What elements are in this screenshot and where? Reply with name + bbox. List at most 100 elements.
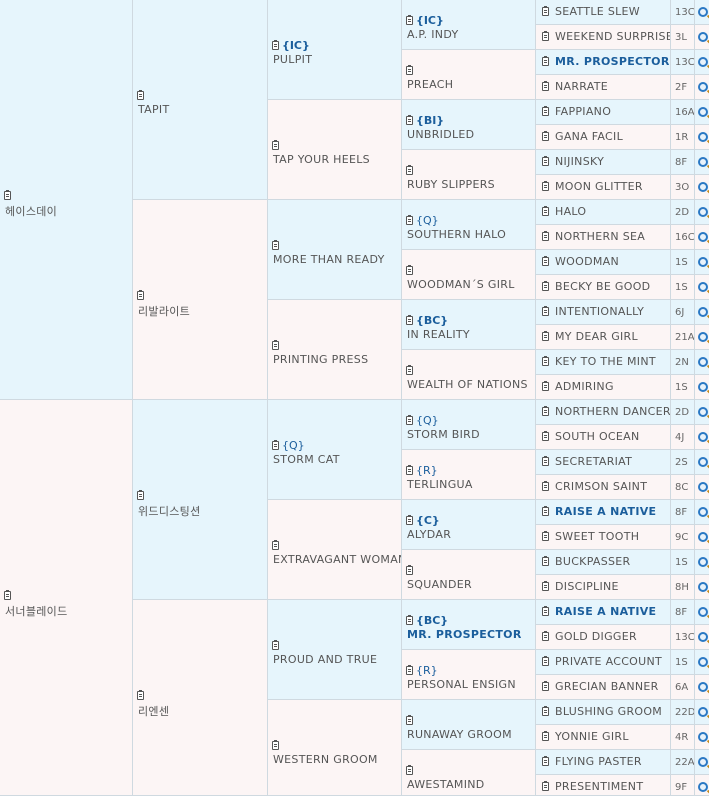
horse-name[interactable]: DISCIPLINE xyxy=(555,580,619,593)
search-button[interactable] xyxy=(695,150,709,175)
horse-name[interactable]: MR. PROSPECTOR xyxy=(407,628,522,641)
search-button[interactable] xyxy=(695,275,709,300)
pedigree-cell[interactable]: {IC} PULPIT xyxy=(268,0,402,100)
pedigree-cell[interactable]: AWESTAMIND xyxy=(402,750,536,796)
pedigree-cell[interactable]: FLYING PASTER xyxy=(536,750,671,775)
clipboard-icon[interactable] xyxy=(272,740,279,750)
clipboard-icon[interactable] xyxy=(542,281,549,291)
pedigree-cell[interactable]: FAPPIANO xyxy=(536,100,671,125)
search-button[interactable] xyxy=(695,475,709,500)
pedigree-cell[interactable]: MY DEAR GIRL xyxy=(536,325,671,350)
pedigree-cell[interactable]: {Q} STORM CAT xyxy=(268,400,402,500)
horse-name[interactable]: RUBY SLIPPERS xyxy=(407,178,495,191)
horse-name[interactable]: BLUSHING GROOM xyxy=(555,705,662,718)
horse-name[interactable]: CRIMSON SAINT xyxy=(555,480,647,493)
horse-name[interactable]: 리엔센 xyxy=(138,703,169,719)
pedigree-cell[interactable]: DISCIPLINE xyxy=(536,575,671,600)
pedigree-cell[interactable]: MR. PROSPECTOR xyxy=(536,50,671,75)
search-button[interactable] xyxy=(695,25,709,50)
clipboard-icon[interactable] xyxy=(542,756,549,766)
pedigree-cell[interactable]: NORTHERN DANCER xyxy=(536,400,671,425)
horse-name[interactable]: FAPPIANO xyxy=(555,105,611,118)
horse-name[interactable]: SQUANDER xyxy=(407,578,472,591)
search-button[interactable] xyxy=(695,75,709,100)
horse-name[interactable]: WOODMAN´S GIRL xyxy=(407,278,515,291)
clipboard-icon[interactable] xyxy=(542,406,549,416)
clipboard-icon[interactable] xyxy=(542,681,549,691)
pedigree-cell[interactable]: NARRATE xyxy=(536,75,671,100)
pedigree-cell[interactable]: ADMIRING xyxy=(536,375,671,400)
horse-name[interactable]: GRECIAN BANNER xyxy=(555,680,659,693)
pedigree-cell[interactable]: BUCKPASSER xyxy=(536,550,671,575)
clipboard-icon[interactable] xyxy=(272,140,279,150)
horse-name[interactable]: WESTERN GROOM xyxy=(273,753,378,766)
horse-name[interactable]: WOODMAN xyxy=(555,255,619,268)
pedigree-cell[interactable]: SOUTH OCEAN xyxy=(536,425,671,450)
clipboard-icon[interactable] xyxy=(542,181,549,191)
search-button[interactable] xyxy=(695,725,709,750)
horse-name[interactable]: MY DEAR GIRL xyxy=(555,330,638,343)
clipboard-icon[interactable] xyxy=(542,781,549,791)
horse-name[interactable]: BECKY BE GOOD xyxy=(555,280,650,293)
horse-name[interactable]: RAISE A NATIVE xyxy=(555,505,656,518)
pedigree-cell[interactable]: MORE THAN READY xyxy=(268,200,402,300)
horse-name[interactable]: TAP YOUR HEELS xyxy=(273,153,370,166)
horse-name[interactable]: PRIVATE ACCOUNT xyxy=(555,655,662,668)
pedigree-cell[interactable]: NORTHERN SEA xyxy=(536,225,671,250)
horse-name[interactable]: TAPIT xyxy=(138,103,170,116)
pedigree-cell[interactable]: GOLD DIGGER xyxy=(536,625,671,650)
pedigree-cell[interactable]: RUBY SLIPPERS xyxy=(402,150,536,200)
clipboard-icon[interactable] xyxy=(272,540,279,550)
pedigree-cell[interactable]: PRIVATE ACCOUNT xyxy=(536,650,671,675)
search-button[interactable] xyxy=(695,600,709,625)
horse-name[interactable]: RUNAWAY GROOM xyxy=(407,728,512,741)
clipboard-icon[interactable] xyxy=(137,490,144,500)
pedigree-cell[interactable]: {Q} SOUTHERN HALO xyxy=(402,200,536,250)
clipboard-icon[interactable] xyxy=(542,81,549,91)
horse-name[interactable]: STORM BIRD xyxy=(407,428,480,441)
search-button[interactable] xyxy=(695,350,709,375)
search-button[interactable] xyxy=(695,775,709,796)
horse-name[interactable]: TERLINGUA xyxy=(407,478,473,491)
horse-name[interactable]: 헤이스데이 xyxy=(5,203,57,219)
clipboard-icon[interactable] xyxy=(137,90,144,100)
search-button[interactable] xyxy=(695,425,709,450)
pedigree-cell[interactable]: RAISE A NATIVE xyxy=(536,600,671,625)
horse-name[interactable]: ADMIRING xyxy=(555,380,614,393)
pedigree-cell[interactable]: MOON GLITTER xyxy=(536,175,671,200)
horse-name[interactable]: PREACH xyxy=(407,78,453,91)
clipboard-icon[interactable] xyxy=(406,215,413,225)
clipboard-icon[interactable] xyxy=(542,581,549,591)
horse-name[interactable]: ALYDAR xyxy=(407,528,451,541)
clipboard-icon[interactable] xyxy=(137,290,144,300)
search-button[interactable] xyxy=(695,525,709,550)
clipboard-icon[interactable] xyxy=(406,165,413,175)
horse-name[interactable]: MOON GLITTER xyxy=(555,180,643,193)
horse-name[interactable]: INTENTIONALLY xyxy=(555,305,644,318)
horse-name[interactable]: SECRETARIAT xyxy=(555,455,632,468)
pedigree-cell[interactable]: {R} PERSONAL ENSIGN xyxy=(402,650,536,700)
search-button[interactable] xyxy=(695,675,709,700)
horse-name[interactable]: 리발라이트 xyxy=(138,303,190,319)
pedigree-cell[interactable]: KEY TO THE MINT xyxy=(536,350,671,375)
search-button[interactable] xyxy=(695,450,709,475)
clipboard-icon[interactable] xyxy=(406,715,413,725)
clipboard-icon[interactable] xyxy=(406,15,413,25)
pedigree-cell[interactable]: {BI} UNBRIDLED xyxy=(402,100,536,150)
pedigree-cell[interactable]: CRIMSON SAINT xyxy=(536,475,671,500)
clipboard-icon[interactable] xyxy=(542,31,549,41)
horse-name[interactable]: NIJINSKY xyxy=(555,155,604,168)
clipboard-icon[interactable] xyxy=(272,240,279,250)
pedigree-cell[interactable]: WEEKEND SURPRISE xyxy=(536,25,671,50)
pedigree-cell[interactable]: NIJINSKY xyxy=(536,150,671,175)
horse-name[interactable]: PROUD AND TRUE xyxy=(273,653,377,666)
clipboard-icon[interactable] xyxy=(272,340,279,350)
pedigree-cell[interactable]: SQUANDER xyxy=(402,550,536,600)
pedigree-cell[interactable]: INTENTIONALLY xyxy=(536,300,671,325)
horse-name[interactable]: STORM CAT xyxy=(273,453,340,466)
clipboard-icon[interactable] xyxy=(137,690,144,700)
horse-name[interactable]: PRESENTIMENT xyxy=(555,780,643,793)
pedigree-cell[interactable]: 헤이스데이 xyxy=(0,0,133,400)
horse-name[interactable]: BUCKPASSER xyxy=(555,555,631,568)
search-button[interactable] xyxy=(695,300,709,325)
